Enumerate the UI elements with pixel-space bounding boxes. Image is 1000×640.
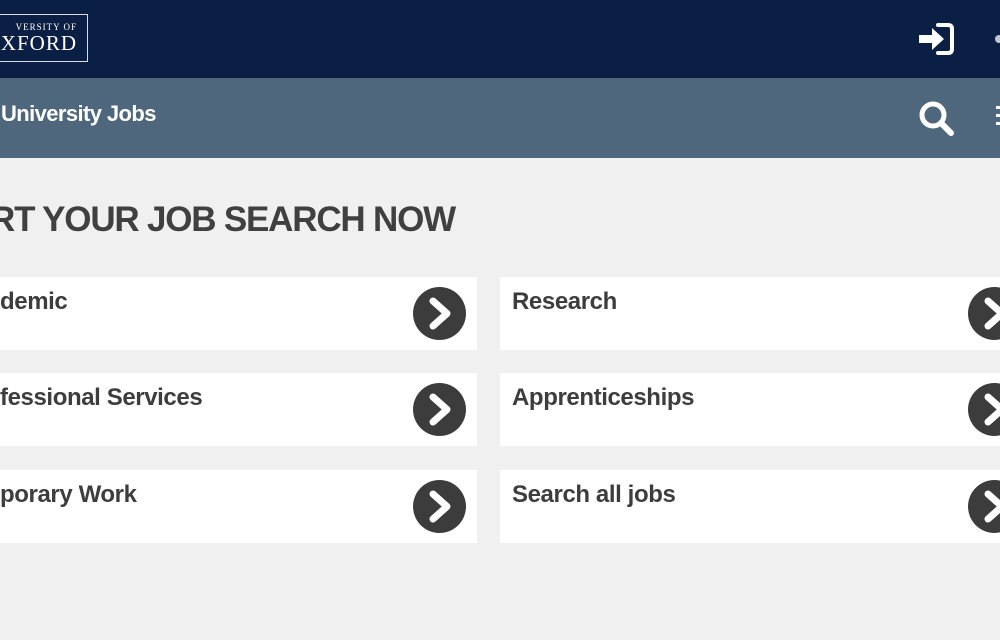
job-category-card-temporary-work[interactable]: porary Work [0, 470, 477, 543]
site-header: VERSITY OF XFORD [0, 0, 1000, 78]
chevron-right-circle-icon [413, 383, 466, 436]
university-logo[interactable]: VERSITY OF XFORD [0, 14, 88, 62]
chevron-right-circle-icon [968, 480, 1000, 533]
sign-in-arrow-icon [919, 23, 954, 55]
job-category-card-apprenticeships[interactable]: Apprenticeships [500, 373, 1000, 446]
job-category-card-research[interactable]: Research [500, 277, 1000, 350]
job-category-card-search-all-jobs[interactable]: Search all jobs [500, 470, 1000, 543]
job-category-label: Apprenticeships [512, 384, 695, 411]
header-overflow-icon[interactable] [995, 35, 1000, 43]
chevron-right-circle-icon [968, 287, 1000, 340]
job-category-label: Search all jobs [512, 481, 676, 508]
chevron-right-circle-icon [968, 383, 1000, 436]
page-heading: RT YOUR JOB SEARCH NOW [0, 200, 456, 239]
menu-button[interactable] [996, 106, 1000, 130]
hamburger-menu-icon [996, 106, 1000, 125]
job-category-card-academic[interactable]: demic [0, 277, 477, 350]
chevron-right-circle-icon [413, 480, 466, 533]
job-category-card-professional-services[interactable]: fessional Services [0, 373, 477, 446]
logo-line-2: XFORD [0, 31, 77, 55]
job-category-label: Research [512, 288, 617, 315]
search-button[interactable] [917, 99, 957, 139]
site-title[interactable]: University Jobs [1, 101, 156, 127]
sign-in-button[interactable] [917, 22, 955, 56]
chevron-right-circle-icon [413, 287, 466, 340]
job-category-label: fessional Services [0, 384, 203, 411]
search-icon [919, 101, 954, 136]
job-category-label: porary Work [0, 481, 137, 508]
job-category-label: demic [0, 288, 68, 315]
